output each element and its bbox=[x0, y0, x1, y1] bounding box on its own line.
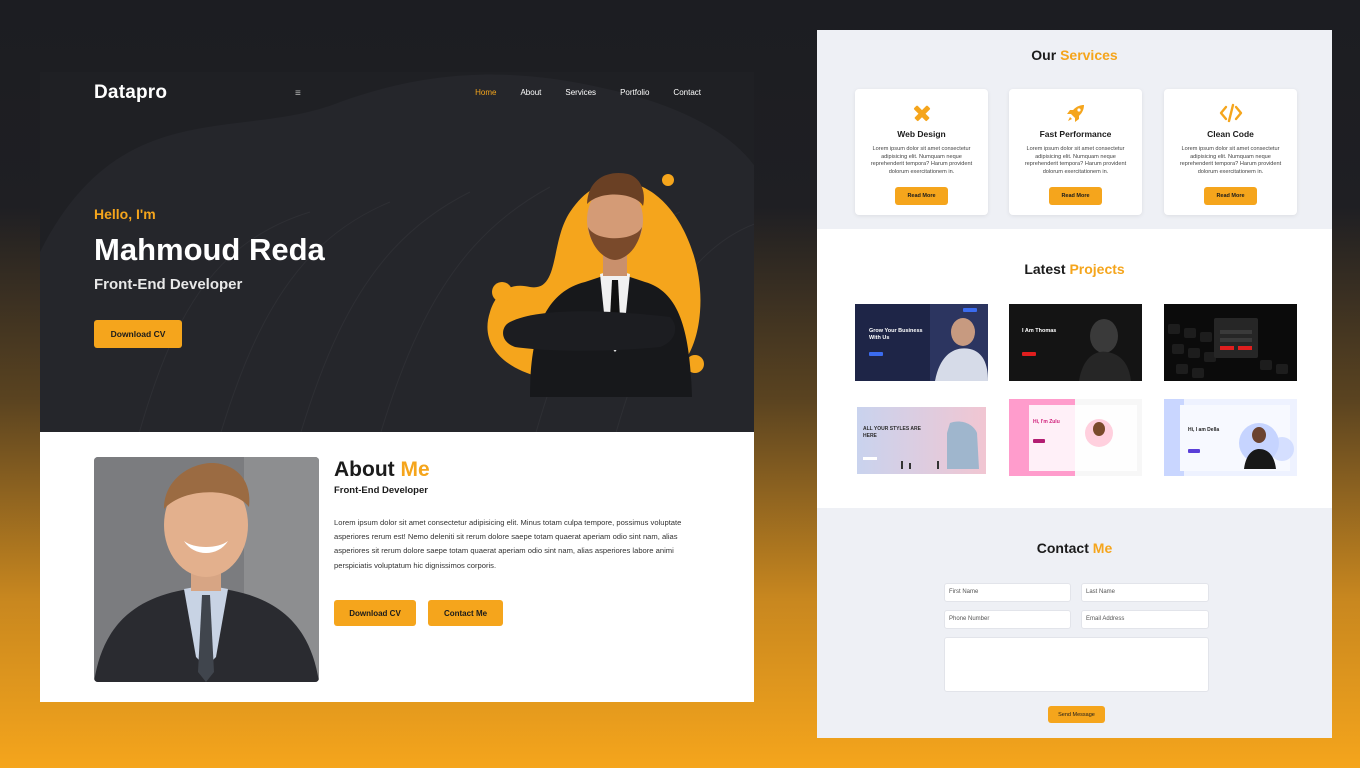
message-textarea[interactable] bbox=[944, 637, 1209, 692]
service-card-fast-performance: Fast Performance Lorem ipsum dolor sit a… bbox=[1009, 89, 1142, 215]
about-title-plain: About bbox=[334, 458, 395, 481]
about-subtitle: Front-End Developer bbox=[334, 485, 428, 496]
service-text: Lorem ipsum dolor sit amet consectetur a… bbox=[870, 146, 973, 175]
services-title-plain: Our bbox=[1031, 47, 1057, 63]
projects-title-accent: Projects bbox=[1069, 261, 1125, 277]
send-message-button[interactable]: Send Message bbox=[1048, 706, 1105, 723]
service-card-clean-code: Clean Code Lorem ipsum dolor sit amet co… bbox=[1164, 89, 1297, 215]
about-section: About Me Front-End Developer Lorem ipsum… bbox=[40, 432, 754, 702]
project-caption: Grow Your Business With Us bbox=[869, 328, 923, 341]
project-thumb[interactable] bbox=[1164, 304, 1297, 381]
hero-portrait-illustration bbox=[487, 172, 704, 397]
project-thumb[interactable]: I Am Thomas bbox=[1009, 304, 1142, 381]
code-icon bbox=[1164, 102, 1297, 124]
phone-number-field[interactable]: Phone Number bbox=[944, 610, 1071, 629]
first-name-field[interactable]: First Name bbox=[944, 583, 1071, 602]
contact-title-plain: Contact bbox=[1036, 540, 1089, 556]
projects-title-plain: Latest bbox=[1024, 261, 1066, 277]
hero-name: Mahmoud Reda bbox=[94, 232, 325, 267]
contact-section: Contact Me First Name Last Name Phone Nu… bbox=[817, 508, 1332, 738]
menu-icon[interactable]: ≡ bbox=[295, 88, 301, 99]
site-logo[interactable]: Datapro bbox=[94, 82, 167, 104]
hero-greeting: Hello, I'm bbox=[94, 206, 156, 222]
projects-section: Latest Projects Grow Your Business With … bbox=[817, 229, 1332, 508]
about-contact-button[interactable]: Contact Me bbox=[428, 600, 503, 626]
project-thumb[interactable]: Hi, I am Della bbox=[1164, 399, 1297, 476]
nav-home[interactable]: Home bbox=[475, 88, 496, 97]
service-name: Fast Performance bbox=[1039, 129, 1112, 139]
hero-section: Datapro ≡ Home About Services Portfolio … bbox=[40, 72, 754, 432]
services-title-accent: Services bbox=[1060, 47, 1118, 63]
about-portrait-photo bbox=[94, 457, 319, 682]
project-caption: ALL YOUR STYLES ARE HERE bbox=[863, 426, 921, 439]
about-download-cv-button[interactable]: Download CV bbox=[334, 600, 416, 626]
nav-portfolio[interactable]: Portfolio bbox=[620, 88, 649, 97]
project-thumb[interactable]: Grow Your Business With Us bbox=[855, 304, 988, 381]
hero-role: Front-End Developer bbox=[94, 276, 243, 293]
nav-about[interactable]: About bbox=[520, 88, 541, 97]
service-name: Web Design bbox=[897, 129, 946, 139]
services-title: Our Services bbox=[817, 47, 1332, 63]
portfolio-sections-mockup: Our Services Web Design Lorem ipsum dolo… bbox=[817, 30, 1332, 738]
rocket-icon bbox=[1009, 102, 1142, 124]
read-more-button[interactable]: Read More bbox=[1204, 187, 1257, 205]
project-caption: I Am Thomas bbox=[1022, 328, 1057, 334]
project-thumb[interactable]: Hi, I'm Zulu bbox=[1009, 399, 1142, 476]
services-section: Our Services Web Design Lorem ipsum dolo… bbox=[817, 30, 1332, 229]
projects-title: Latest Projects bbox=[817, 261, 1332, 277]
email-field[interactable]: Email Address bbox=[1081, 610, 1209, 629]
project-caption: Hi, I'm Zulu bbox=[1033, 419, 1060, 425]
nav-services[interactable]: Services bbox=[565, 88, 596, 97]
contact-title-accent: Me bbox=[1092, 540, 1113, 556]
read-more-button[interactable]: Read More bbox=[895, 187, 948, 205]
project-caption: Hi, I am Della bbox=[1188, 427, 1220, 433]
last-name-field[interactable]: Last Name bbox=[1081, 583, 1209, 602]
read-more-button[interactable]: Read More bbox=[1049, 187, 1102, 205]
about-title-accent: Me bbox=[400, 458, 430, 481]
portfolio-home-mockup: Datapro ≡ Home About Services Portfolio … bbox=[40, 72, 754, 702]
service-text: Lorem ipsum dolor sit amet consectetur a… bbox=[1024, 146, 1127, 175]
project-thumb[interactable]: ALL YOUR STYLES ARE HERE bbox=[855, 399, 988, 476]
about-title: About Me bbox=[334, 458, 430, 482]
service-card-web-design: Web Design Lorem ipsum dolor sit amet co… bbox=[855, 89, 988, 215]
main-nav: Home About Services Portfolio Contact bbox=[451, 88, 701, 97]
about-text: Lorem ipsum dolor sit amet consectetur a… bbox=[334, 518, 682, 570]
nav-contact[interactable]: Contact bbox=[673, 88, 701, 97]
pencil-ruler-icon bbox=[855, 102, 988, 124]
service-name: Clean Code bbox=[1207, 129, 1254, 139]
contact-title: Contact Me bbox=[817, 540, 1332, 556]
service-text: Lorem ipsum dolor sit amet consectetur a… bbox=[1179, 146, 1282, 175]
hero-download-cv-button[interactable]: Download CV bbox=[94, 320, 182, 348]
